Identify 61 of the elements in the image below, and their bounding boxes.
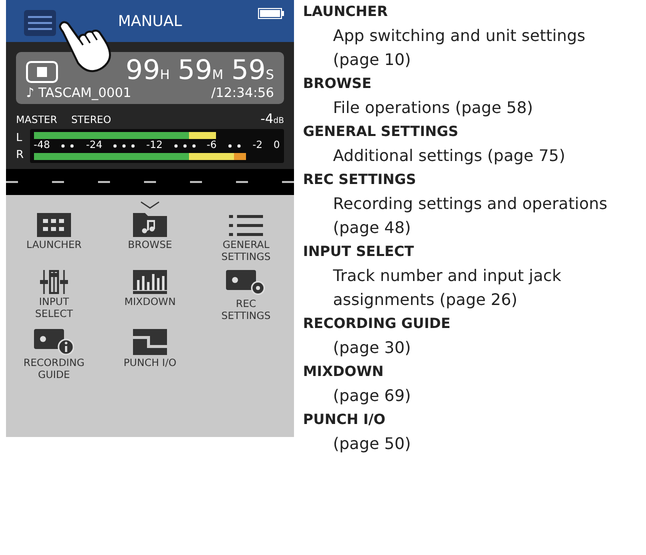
menu-item[interactable]: PUNCH I/O <box>102 329 198 382</box>
battery-icon <box>258 8 284 19</box>
source-label: MASTER <box>16 115 58 126</box>
hours-value: 99 <box>126 55 160 86</box>
section-description: App switching and unit settings (page 10) <box>332 25 586 71</box>
tick-dots-icon <box>228 144 242 148</box>
seconds-unit: S <box>266 68 274 83</box>
peak-unit: dB <box>273 116 284 125</box>
list-icon <box>229 213 263 237</box>
section-description: Recording settings and operations (page 48) <box>332 193 608 239</box>
section-heading: LAUNCHER <box>303 3 389 22</box>
section-description: Track number and input jack assignments (page 26) <box>332 265 562 311</box>
mode-label: STEREO <box>71 115 112 126</box>
stop-icon <box>26 61 58 83</box>
section-heading: GENERAL SETTINGS <box>303 123 460 142</box>
camera-info-icon <box>34 329 74 355</box>
menu-item[interactable]: REC SETTINGS <box>198 270 294 323</box>
seconds-value: 59 <box>231 55 266 86</box>
camera-gear-icon <box>226 270 266 296</box>
scale-label: -24 <box>86 140 102 152</box>
tick-dots-icon <box>174 144 196 148</box>
section-heading: RECORDING GUIDE <box>303 315 452 334</box>
menu-item[interactable]: INPUT SELECT <box>6 270 102 323</box>
section-heading: REC SETTINGS <box>303 171 418 190</box>
scale-label: -12 <box>146 140 163 152</box>
section-description: File operations (page 58) <box>332 97 534 119</box>
menu-item[interactable]: RECORDING GUIDE <box>6 329 102 382</box>
section-heading: MIXDOWN <box>303 363 385 382</box>
tick-dots-icon <box>60 144 75 148</box>
screen-title: MANUAL <box>118 12 182 30</box>
minutes-value: 59 <box>178 55 212 86</box>
scale-label: 0 <box>274 140 280 152</box>
menu-item[interactable]: MIXDOWN <box>102 270 198 323</box>
scale-label: -2 <box>252 140 263 152</box>
section-description: (page 50) <box>332 433 412 455</box>
scale-label: -48 <box>34 140 50 152</box>
section-heading: PUNCH I/O <box>303 411 386 430</box>
section-heading: BROWSE <box>303 75 372 94</box>
section-description: Additional settings (page 75) <box>332 145 566 167</box>
menu-button[interactable] <box>24 10 56 36</box>
scale-label: -6 <box>206 140 217 152</box>
tick-dots-icon <box>113 144 136 148</box>
music-folder-icon <box>133 213 167 237</box>
peak-value: -4 <box>260 112 274 127</box>
faders-icon <box>37 270 71 294</box>
grid-icon <box>37 213 71 237</box>
channel-label: L <box>16 131 24 144</box>
total-time: /12:34:56 <box>211 86 274 101</box>
channel-label: R <box>16 148 24 161</box>
menu-item[interactable]: GENERAL SETTINGS <box>198 213 294 264</box>
hours-unit: H <box>160 68 170 83</box>
section-description: (page 30) <box>332 337 412 359</box>
menu-item[interactable]: BROWSE <box>102 213 198 264</box>
section-heading: INPUT SELECT <box>303 243 415 262</box>
chevron-down-icon[interactable] <box>140 201 160 209</box>
punch-blocks-icon <box>133 329 167 355</box>
section-description: (page 69) <box>332 385 412 407</box>
file-name: ♪ TASCAM_0001 <box>26 86 132 101</box>
menu-item[interactable]: LAUNCHER <box>6 213 102 264</box>
bar-graph-icon <box>133 270 167 294</box>
minutes-unit: M <box>212 68 224 83</box>
